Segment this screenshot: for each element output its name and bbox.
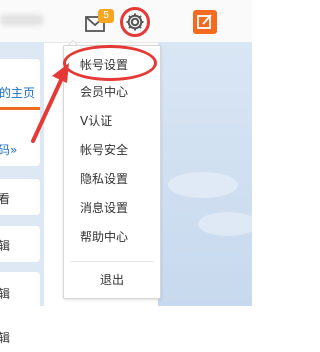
home-link[interactable]: 的主页 xyxy=(0,84,35,101)
profile-card: 的主页 xyxy=(0,59,40,133)
sidebar-link[interactable]: 码» xyxy=(0,141,17,158)
compose-button[interactable] xyxy=(193,10,217,34)
annotation-ellipse xyxy=(63,45,157,81)
sidebar-link[interactable]: 看 xyxy=(0,190,10,207)
menu-item-logout[interactable]: 退出 xyxy=(64,270,160,290)
pencil-square-icon xyxy=(197,14,212,29)
sidebar-card: 码» xyxy=(0,128,40,166)
active-underline xyxy=(0,107,40,110)
menu-item-membership[interactable]: 会员中心 xyxy=(64,82,160,102)
menu-item-privacy[interactable]: 隐私设置 xyxy=(64,169,160,189)
sidebar-link[interactable]: 辑 xyxy=(0,285,10,302)
blurred-username xyxy=(0,14,44,26)
annotation-circle xyxy=(120,7,150,37)
left-sidebar-partial: 的主页 码» 看 辑 辑 辑 xyxy=(0,42,44,352)
menu-item-notifications[interactable]: 消息设置 xyxy=(64,198,160,218)
sidebar-card: 辑 xyxy=(0,322,40,352)
unread-count-badge: 5 xyxy=(98,9,114,23)
sidebar-card: 看 xyxy=(0,179,40,215)
sidebar-card: 辑 xyxy=(0,226,40,262)
sidebar-card: 辑 xyxy=(0,272,40,310)
sidebar-link[interactable]: 辑 xyxy=(0,329,10,346)
settings-dropdown-menu: 帐号设置 会员中心 V认证 帐号安全 隐私设置 消息设置 帮助中心 退出 xyxy=(63,45,161,299)
menu-item-verification[interactable]: V认证 xyxy=(64,111,160,131)
menu-divider xyxy=(70,261,154,262)
menu-item-account-security[interactable]: 帐号安全 xyxy=(64,140,160,160)
cloud-decoration xyxy=(168,172,238,198)
menu-item-help-center[interactable]: 帮助中心 xyxy=(64,227,160,247)
background-area xyxy=(158,42,258,306)
sidebar-link[interactable]: 辑 xyxy=(0,237,10,254)
cloud-decoration xyxy=(198,212,258,236)
